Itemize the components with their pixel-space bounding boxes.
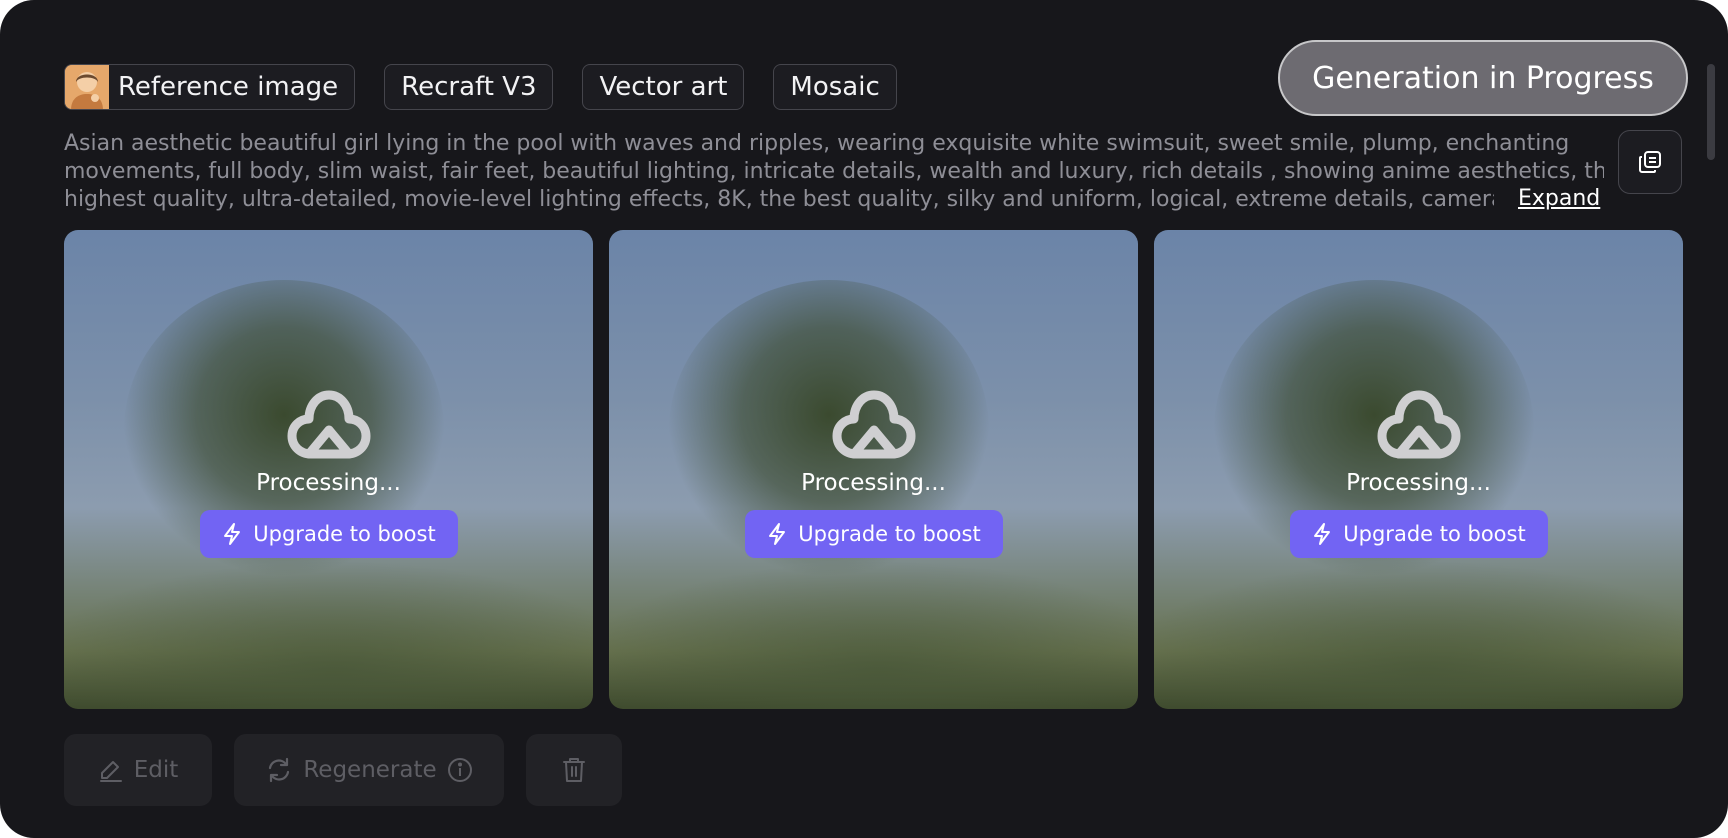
delete-button[interactable]	[526, 734, 622, 806]
lightning-icon	[224, 523, 241, 545]
edit-button[interactable]: Edit	[64, 734, 212, 806]
tag-model[interactable]: Recraft V3	[384, 64, 554, 110]
card-status: Processing... Upgrade to boost	[609, 388, 1138, 558]
upgrade-boost-button[interactable]: Upgrade to boost	[199, 510, 458, 558]
cloud-logo-icon	[287, 390, 370, 459]
image-card[interactable]: Processing... Upgrade to boost	[609, 230, 1138, 709]
card-status: Processing... Upgrade to boost	[1154, 388, 1683, 558]
tag-label: Recraft V3	[401, 72, 537, 102]
tag-label: Mosaic	[790, 72, 880, 102]
copy-icon	[1639, 151, 1661, 173]
pencil-icon	[99, 761, 122, 782]
info-icon[interactable]	[447, 757, 473, 783]
image-card[interactable]: Processing... Upgrade to boost	[64, 230, 593, 709]
lightning-icon	[1314, 523, 1331, 545]
upgrade-boost-button[interactable]: Upgrade to boost	[744, 510, 1003, 558]
tag-label: Reference image	[118, 72, 339, 102]
placeholder-blur	[609, 560, 1138, 709]
tag-style[interactable]: Vector art	[582, 64, 745, 110]
prompt-text: Asian aesthetic beautiful girl lying in …	[64, 130, 1604, 214]
tag-list: Reference image Recraft V3 Vector art Mo…	[64, 64, 897, 110]
expand-link[interactable]: Expand	[1518, 186, 1600, 211]
boost-label: Upgrade to boost	[253, 522, 436, 546]
tag-reference-image[interactable]: Reference image	[64, 64, 356, 110]
prompt-line: movements, full body, slim waist, fair f…	[64, 159, 1604, 184]
trash-icon	[563, 758, 585, 782]
prompt-line: highest quality, ultra-detailed, movie-l…	[64, 187, 1494, 212]
processing-label: Processing...	[256, 470, 401, 496]
cloud-logo-icon	[1377, 390, 1460, 459]
lightning-icon	[769, 523, 786, 545]
placeholder-blur	[64, 560, 593, 709]
generation-status-button[interactable]: Generation in Progress	[1278, 40, 1688, 116]
processing-label: Processing...	[801, 470, 946, 496]
processing-label: Processing...	[1346, 470, 1491, 496]
card-status: Processing... Upgrade to boost	[64, 388, 593, 558]
cloud-logo-icon	[832, 390, 915, 459]
placeholder-blur	[1154, 560, 1683, 709]
tag-label: Vector art	[599, 72, 728, 102]
reference-thumbnail	[65, 65, 109, 109]
prompt-line: Asian aesthetic beautiful girl lying in …	[64, 131, 1570, 156]
image-card[interactable]: Processing... Upgrade to boost	[1154, 230, 1683, 709]
boost-label: Upgrade to boost	[1343, 522, 1526, 546]
boost-label: Upgrade to boost	[798, 522, 981, 546]
copy-prompt-button[interactable]	[1618, 130, 1682, 194]
tag-substyle[interactable]: Mosaic	[773, 64, 897, 110]
regenerate-button[interactable]: Regenerate	[234, 734, 504, 806]
generation-panel: Reference image Recraft V3 Vector art Mo…	[0, 0, 1728, 838]
edit-label: Edit	[133, 757, 179, 783]
action-bar: Edit Regenerate	[64, 734, 622, 806]
regenerate-label: Regenerate	[303, 757, 437, 783]
refresh-icon	[269, 757, 290, 783]
scrollbar[interactable]	[1707, 64, 1715, 160]
upgrade-boost-button[interactable]: Upgrade to boost	[1289, 510, 1548, 558]
